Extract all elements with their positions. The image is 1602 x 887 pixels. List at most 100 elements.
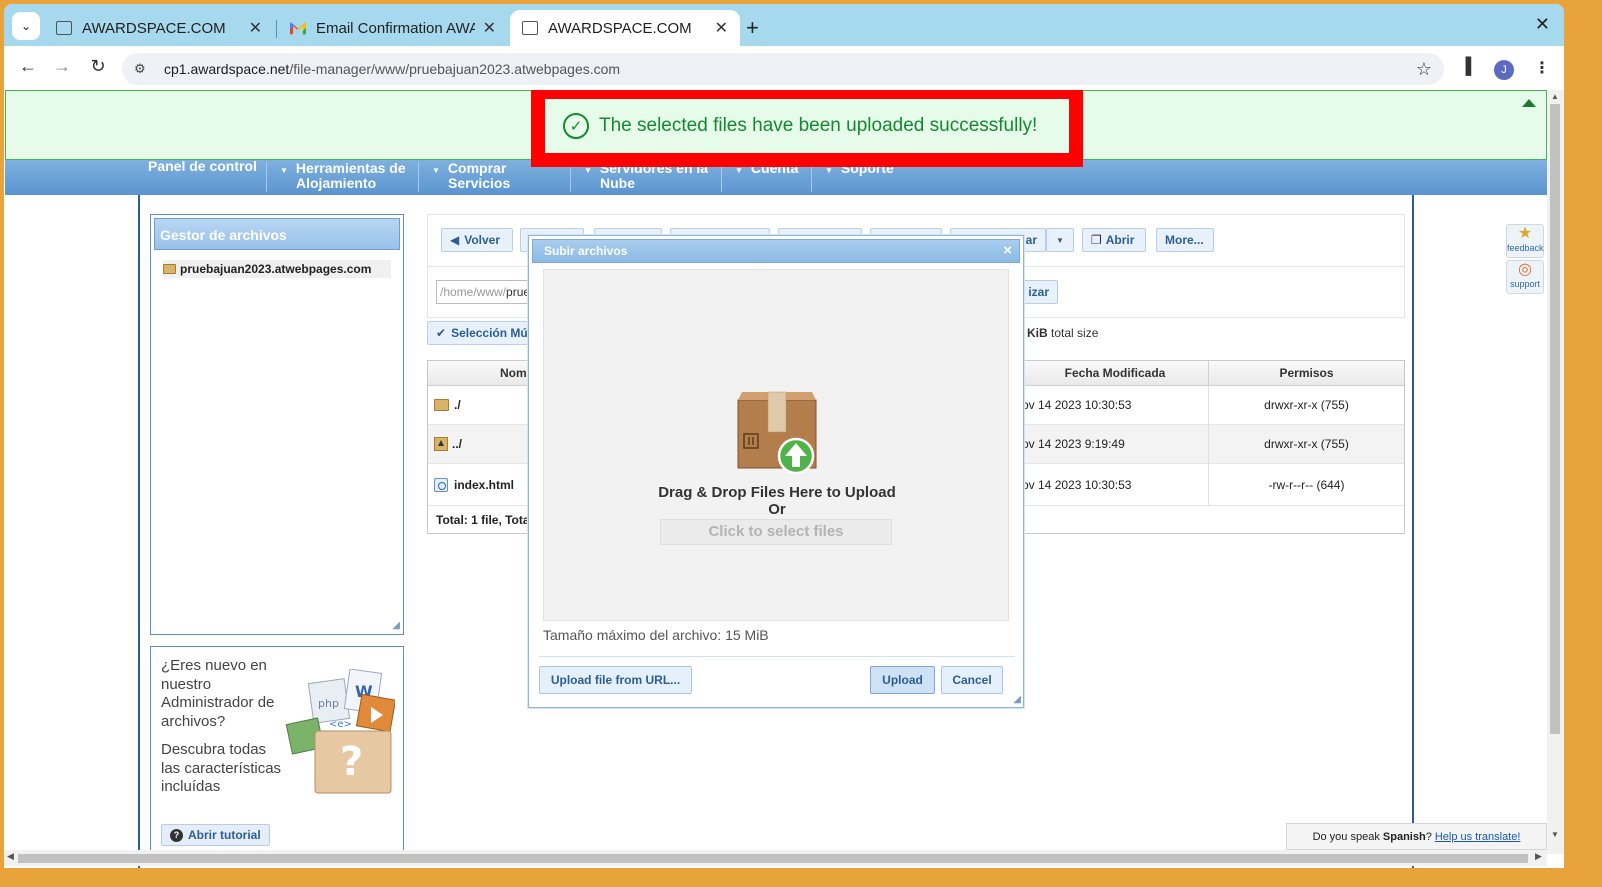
- date-cell: ov 14 2023 9:19:49: [1022, 437, 1125, 451]
- window-close-icon[interactable]: ✕: [1535, 14, 1550, 35]
- menu-item-comprar[interactable]: ▼ Comprar Servicios: [432, 160, 510, 195]
- total-size: 4 KiB total size: [1017, 326, 1098, 340]
- folder-icon: [434, 399, 449, 411]
- dropdown-triangle-icon: ▼: [584, 166, 592, 175]
- drop-instructions: Drag & Drop Files Here to Upload Or: [544, 484, 1010, 518]
- support-widget[interactable]: ◎ support: [1506, 260, 1544, 294]
- horizontal-scrollbar[interactable]: ◀ ▶: [4, 850, 1547, 866]
- help-bubble-icon: ?: [170, 828, 183, 842]
- button-label: Selección Múl: [451, 326, 532, 340]
- scroll-left-icon[interactable]: ◀: [7, 851, 14, 862]
- chevron-down-icon: ▼: [1056, 235, 1064, 245]
- resize-grip-icon[interactable]: ◢: [392, 620, 400, 631]
- tab-title: AWARDSPACE.COM: [548, 19, 692, 37]
- help-panel: ¿Eres nuevo en nuestro Administrador de …: [150, 646, 404, 856]
- page-viewport: Panel de control ▼ Herramientas de Alojam…: [4, 90, 1564, 868]
- new-tab-button[interactable]: +: [746, 15, 759, 41]
- tab-bar: ⌄ AWARDSPACE.COM ✕ Email Confirmation AW…: [4, 4, 1564, 46]
- back-button[interactable]: ◀ Volver: [441, 228, 513, 252]
- file-name: ./: [454, 398, 461, 412]
- close-icon[interactable]: ✕: [483, 18, 496, 38]
- column-header-perms[interactable]: Permisos: [1208, 361, 1404, 386]
- tab-awardspace-active[interactable]: AWARDSPACE.COM ✕: [510, 10, 740, 46]
- dropdown-triangle-icon: ▼: [280, 166, 288, 175]
- folder-icon: [163, 264, 176, 274]
- back-arrow-icon: ◀: [450, 233, 460, 247]
- tab-awardspace-1[interactable]: AWARDSPACE.COM ✕: [44, 10, 274, 46]
- scroll-thumb[interactable]: [1550, 104, 1560, 734]
- back-arrow-icon[interactable]: ←: [16, 56, 40, 77]
- panel-title: Gestor de archivos: [154, 218, 400, 250]
- browser-window: ⌄ AWARDSPACE.COM ✕ Email Confirmation AW…: [4, 4, 1564, 868]
- tree-node-root[interactable]: pruebajuan2023.atwebpages.com: [163, 260, 391, 278]
- reload-icon[interactable]: ↻: [86, 56, 110, 77]
- tab-email-confirmation[interactable]: Email Confirmation AWA ✕: [278, 10, 508, 46]
- checkmark-icon: ✔: [436, 326, 447, 340]
- url-host: cp1.awardspace.net: [164, 61, 290, 77]
- tab-search-button[interactable]: ⌄: [12, 12, 40, 40]
- feedback-widget[interactable]: ★ feedback: [1506, 224, 1544, 258]
- upload-from-url-button[interactable]: Upload file from URL...: [539, 666, 692, 694]
- close-icon[interactable]: ✕: [715, 18, 728, 38]
- upload-dialog: Subir archivos × Drag & Drop Files Here …: [528, 235, 1024, 708]
- check-circle-icon: ✓: [563, 113, 589, 139]
- address-bar[interactable]: ⚙ cp1.awardspace.net/file-manager/www/pr…: [122, 53, 1444, 85]
- scroll-thumb[interactable]: [18, 854, 1528, 863]
- dialog-title: Subir archivos: [544, 244, 628, 258]
- file-types-illustration-icon: php W <e> ?: [285, 669, 395, 794]
- open-button[interactable]: ❐ Abrir: [1082, 228, 1146, 252]
- upload-button[interactable]: Upload: [870, 666, 935, 694]
- dropdown-triangle-icon: ▼: [735, 166, 743, 175]
- page-icon: [522, 21, 538, 35]
- share-dropdown-button[interactable]: ▼: [1046, 228, 1074, 252]
- menu-label-2: Nube: [600, 175, 635, 191]
- close-icon[interactable]: ×: [1003, 242, 1012, 259]
- url-path: /file-manager/www/pruebajuan2023.atwebpa…: [289, 61, 621, 77]
- menu-label: Herramientas de: [295, 160, 406, 176]
- perms-cell: drwxr-xr-x (755): [1208, 386, 1404, 424]
- dropdown-triangle-icon: ▼: [432, 166, 440, 175]
- drop-zone[interactable]: Drag & Drop Files Here to Upload Or Clic…: [543, 269, 1009, 621]
- side-panel-icon[interactable]: ▐: [1460, 58, 1471, 76]
- drop-line-2: Or: [768, 501, 786, 518]
- menu-label: Panel de control: [148, 158, 257, 174]
- tab-title: AWARDSPACE.COM: [82, 19, 226, 37]
- collapse-triangle-icon[interactable]: [1522, 99, 1536, 107]
- path-input[interactable]: /home/www/prueb: [436, 280, 536, 304]
- upload-success-toast: ✓ The selected files have been uploaded …: [531, 90, 1083, 167]
- size-suffix: total size: [1051, 326, 1099, 340]
- lifebuoy-icon: ◎: [1518, 261, 1532, 278]
- resize-grip-icon[interactable]: ◢: [1013, 694, 1021, 705]
- tree-node-label: pruebajuan2023.atwebpages.com: [180, 262, 372, 276]
- menu-item-herramientas[interactable]: ▼ Herramientas de Alojamiento: [280, 160, 406, 195]
- menu-item-panel[interactable]: Panel de control: [148, 158, 257, 195]
- open-tutorial-button[interactable]: ? Abrir tutorial: [161, 824, 270, 846]
- scroll-up-icon[interactable]: ▲: [1551, 92, 1559, 101]
- web-file-icon: [434, 477, 448, 492]
- file-name: index.html: [454, 477, 515, 492]
- more-button[interactable]: More...: [1156, 228, 1214, 252]
- path-prefix: /home/www/: [440, 285, 507, 299]
- scroll-down-icon[interactable]: ▼: [1551, 830, 1559, 839]
- toast-message: The selected files have been uploaded su…: [599, 115, 1038, 136]
- scroll-right-icon[interactable]: ▶: [1535, 851, 1542, 862]
- file-name-cell: ./: [434, 386, 461, 424]
- vertical-scrollbar[interactable]: ▲ ▼: [1547, 90, 1564, 854]
- bookmark-star-icon[interactable]: ☆: [1416, 59, 1432, 80]
- close-icon[interactable]: ✕: [249, 18, 262, 38]
- tutorial-label: Abrir tutorial: [188, 828, 261, 842]
- button-label: izar: [1028, 285, 1049, 299]
- column-header-date[interactable]: Fecha Modificada: [1022, 361, 1208, 386]
- help-translate-link[interactable]: Help us translate!: [1435, 831, 1521, 843]
- upload-box-icon: [737, 391, 817, 474]
- dialog-titlebar[interactable]: Subir archivos ×: [532, 239, 1020, 263]
- cancel-button[interactable]: Cancel: [941, 666, 1003, 694]
- profile-avatar[interactable]: J: [1494, 60, 1514, 80]
- svg-text:?: ?: [340, 739, 363, 785]
- copy-icon: ❐: [1091, 233, 1102, 247]
- feedback-label: feedback: [1507, 243, 1544, 253]
- forward-arrow-icon[interactable]: →: [50, 56, 74, 77]
- select-files-button[interactable]: Click to select files: [660, 519, 892, 545]
- menu-kebab-icon[interactable]: ⋮: [1534, 58, 1550, 78]
- site-info-icon[interactable]: ⚙: [134, 61, 154, 77]
